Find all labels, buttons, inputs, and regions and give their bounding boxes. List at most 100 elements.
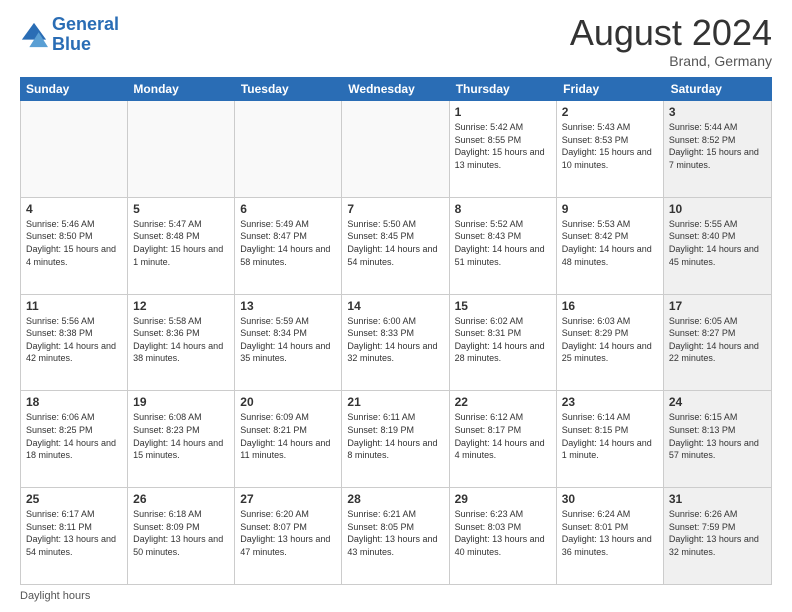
cal-cell-17: 17 Sunrise: 6:05 AMSunset: 8:27 PMDaylig…: [664, 295, 771, 391]
cal-cell-4: 4 Sunrise: 5:46 AMSunset: 8:50 PMDayligh…: [21, 198, 128, 294]
cal-cell-5: 5 Sunrise: 5:47 AMSunset: 8:48 PMDayligh…: [128, 198, 235, 294]
header-friday: Friday: [557, 77, 664, 101]
day-num-30: 30: [562, 492, 658, 506]
month-title: August 2024: [570, 15, 772, 51]
cell-info-5: Sunrise: 5:47 AMSunset: 8:48 PMDaylight:…: [133, 218, 229, 268]
day-num-23: 23: [562, 395, 658, 409]
day-num-31: 31: [669, 492, 766, 506]
page: General Blue August 2024 Brand, Germany …: [0, 0, 792, 612]
cal-cell-18: 18 Sunrise: 6:06 AMSunset: 8:25 PMDaylig…: [21, 391, 128, 487]
cell-info-14: Sunrise: 6:00 AMSunset: 8:33 PMDaylight:…: [347, 315, 443, 365]
day-num-16: 16: [562, 299, 658, 313]
header-wednesday: Wednesday: [342, 77, 449, 101]
week-row-2: 4 Sunrise: 5:46 AMSunset: 8:50 PMDayligh…: [21, 198, 771, 295]
cal-cell-23: 23 Sunrise: 6:14 AMSunset: 8:15 PMDaylig…: [557, 391, 664, 487]
cell-info-27: Sunrise: 6:20 AMSunset: 8:07 PMDaylight:…: [240, 508, 336, 558]
logo-line1: General: [52, 14, 119, 34]
day-num-5: 5: [133, 202, 229, 216]
cal-cell-27: 27 Sunrise: 6:20 AMSunset: 8:07 PMDaylig…: [235, 488, 342, 584]
day-num-21: 21: [347, 395, 443, 409]
cal-cell-empty-4: [342, 101, 449, 197]
cell-info-15: Sunrise: 6:02 AMSunset: 8:31 PMDaylight:…: [455, 315, 551, 365]
cell-info-10: Sunrise: 5:55 AMSunset: 8:40 PMDaylight:…: [669, 218, 766, 268]
logo-text: General Blue: [52, 15, 119, 55]
cell-info-23: Sunrise: 6:14 AMSunset: 8:15 PMDaylight:…: [562, 411, 658, 461]
cell-info-13: Sunrise: 5:59 AMSunset: 8:34 PMDaylight:…: [240, 315, 336, 365]
calendar-body: 1 Sunrise: 5:42 AMSunset: 8:55 PMDayligh…: [20, 101, 772, 585]
cal-cell-22: 22 Sunrise: 6:12 AMSunset: 8:17 PMDaylig…: [450, 391, 557, 487]
day-num-4: 4: [26, 202, 122, 216]
cell-info-1: Sunrise: 5:42 AMSunset: 8:55 PMDaylight:…: [455, 121, 551, 171]
day-num-25: 25: [26, 492, 122, 506]
day-num-3: 3: [669, 105, 766, 119]
cal-cell-28: 28 Sunrise: 6:21 AMSunset: 8:05 PMDaylig…: [342, 488, 449, 584]
day-num-9: 9: [562, 202, 658, 216]
cal-cell-30: 30 Sunrise: 6:24 AMSunset: 8:01 PMDaylig…: [557, 488, 664, 584]
cell-info-2: Sunrise: 5:43 AMSunset: 8:53 PMDaylight:…: [562, 121, 658, 171]
cell-info-30: Sunrise: 6:24 AMSunset: 8:01 PMDaylight:…: [562, 508, 658, 558]
logo-icon: [20, 21, 48, 49]
cell-info-8: Sunrise: 5:52 AMSunset: 8:43 PMDaylight:…: [455, 218, 551, 268]
day-num-22: 22: [455, 395, 551, 409]
cal-cell-13: 13 Sunrise: 5:59 AMSunset: 8:34 PMDaylig…: [235, 295, 342, 391]
day-num-26: 26: [133, 492, 229, 506]
cell-info-21: Sunrise: 6:11 AMSunset: 8:19 PMDaylight:…: [347, 411, 443, 461]
day-num-14: 14: [347, 299, 443, 313]
day-num-1: 1: [455, 105, 551, 119]
day-num-19: 19: [133, 395, 229, 409]
day-num-12: 12: [133, 299, 229, 313]
cell-info-25: Sunrise: 6:17 AMSunset: 8:11 PMDaylight:…: [26, 508, 122, 558]
cell-info-19: Sunrise: 6:08 AMSunset: 8:23 PMDaylight:…: [133, 411, 229, 461]
cell-info-7: Sunrise: 5:50 AMSunset: 8:45 PMDaylight:…: [347, 218, 443, 268]
cal-cell-29: 29 Sunrise: 6:23 AMSunset: 8:03 PMDaylig…: [450, 488, 557, 584]
cal-cell-10: 10 Sunrise: 5:55 AMSunset: 8:40 PMDaylig…: [664, 198, 771, 294]
logo-line2: Blue: [52, 34, 91, 54]
header-monday: Monday: [127, 77, 234, 101]
day-num-6: 6: [240, 202, 336, 216]
cal-cell-3: 3 Sunrise: 5:44 AMSunset: 8:52 PMDayligh…: [664, 101, 771, 197]
cal-cell-24: 24 Sunrise: 6:15 AMSunset: 8:13 PMDaylig…: [664, 391, 771, 487]
footer-text: Daylight hours: [20, 590, 90, 602]
location: Brand, Germany: [570, 53, 772, 69]
day-num-24: 24: [669, 395, 766, 409]
cal-cell-2: 2 Sunrise: 5:43 AMSunset: 8:53 PMDayligh…: [557, 101, 664, 197]
cal-cell-21: 21 Sunrise: 6:11 AMSunset: 8:19 PMDaylig…: [342, 391, 449, 487]
day-num-15: 15: [455, 299, 551, 313]
cal-cell-1: 1 Sunrise: 5:42 AMSunset: 8:55 PMDayligh…: [450, 101, 557, 197]
header-saturday: Saturday: [665, 77, 772, 101]
title-block: August 2024 Brand, Germany: [570, 15, 772, 69]
cell-info-6: Sunrise: 5:49 AMSunset: 8:47 PMDaylight:…: [240, 218, 336, 268]
header-sunday: Sunday: [20, 77, 127, 101]
cal-cell-11: 11 Sunrise: 5:56 AMSunset: 8:38 PMDaylig…: [21, 295, 128, 391]
calendar: Sunday Monday Tuesday Wednesday Thursday…: [20, 77, 772, 585]
cell-info-16: Sunrise: 6:03 AMSunset: 8:29 PMDaylight:…: [562, 315, 658, 365]
header-thursday: Thursday: [450, 77, 557, 101]
cell-info-22: Sunrise: 6:12 AMSunset: 8:17 PMDaylight:…: [455, 411, 551, 461]
cal-cell-8: 8 Sunrise: 5:52 AMSunset: 8:43 PMDayligh…: [450, 198, 557, 294]
day-num-7: 7: [347, 202, 443, 216]
week-row-1: 1 Sunrise: 5:42 AMSunset: 8:55 PMDayligh…: [21, 101, 771, 198]
cell-info-24: Sunrise: 6:15 AMSunset: 8:13 PMDaylight:…: [669, 411, 766, 461]
cell-info-26: Sunrise: 6:18 AMSunset: 8:09 PMDaylight:…: [133, 508, 229, 558]
cal-cell-15: 15 Sunrise: 6:02 AMSunset: 8:31 PMDaylig…: [450, 295, 557, 391]
cal-cell-9: 9 Sunrise: 5:53 AMSunset: 8:42 PMDayligh…: [557, 198, 664, 294]
week-row-3: 11 Sunrise: 5:56 AMSunset: 8:38 PMDaylig…: [21, 295, 771, 392]
day-num-17: 17: [669, 299, 766, 313]
cal-cell-empty-1: [21, 101, 128, 197]
cal-cell-12: 12 Sunrise: 5:58 AMSunset: 8:36 PMDaylig…: [128, 295, 235, 391]
cal-cell-26: 26 Sunrise: 6:18 AMSunset: 8:09 PMDaylig…: [128, 488, 235, 584]
day-num-28: 28: [347, 492, 443, 506]
day-num-20: 20: [240, 395, 336, 409]
day-num-8: 8: [455, 202, 551, 216]
cal-cell-19: 19 Sunrise: 6:08 AMSunset: 8:23 PMDaylig…: [128, 391, 235, 487]
day-num-27: 27: [240, 492, 336, 506]
cell-info-29: Sunrise: 6:23 AMSunset: 8:03 PMDaylight:…: [455, 508, 551, 558]
cal-cell-14: 14 Sunrise: 6:00 AMSunset: 8:33 PMDaylig…: [342, 295, 449, 391]
cell-info-3: Sunrise: 5:44 AMSunset: 8:52 PMDaylight:…: [669, 121, 766, 171]
cal-cell-6: 6 Sunrise: 5:49 AMSunset: 8:47 PMDayligh…: [235, 198, 342, 294]
day-num-13: 13: [240, 299, 336, 313]
cell-info-12: Sunrise: 5:58 AMSunset: 8:36 PMDaylight:…: [133, 315, 229, 365]
footer-note: Daylight hours: [20, 590, 772, 602]
cal-cell-31: 31 Sunrise: 6:26 AMSunset: 7:59 PMDaylig…: [664, 488, 771, 584]
cell-info-11: Sunrise: 5:56 AMSunset: 8:38 PMDaylight:…: [26, 315, 122, 365]
